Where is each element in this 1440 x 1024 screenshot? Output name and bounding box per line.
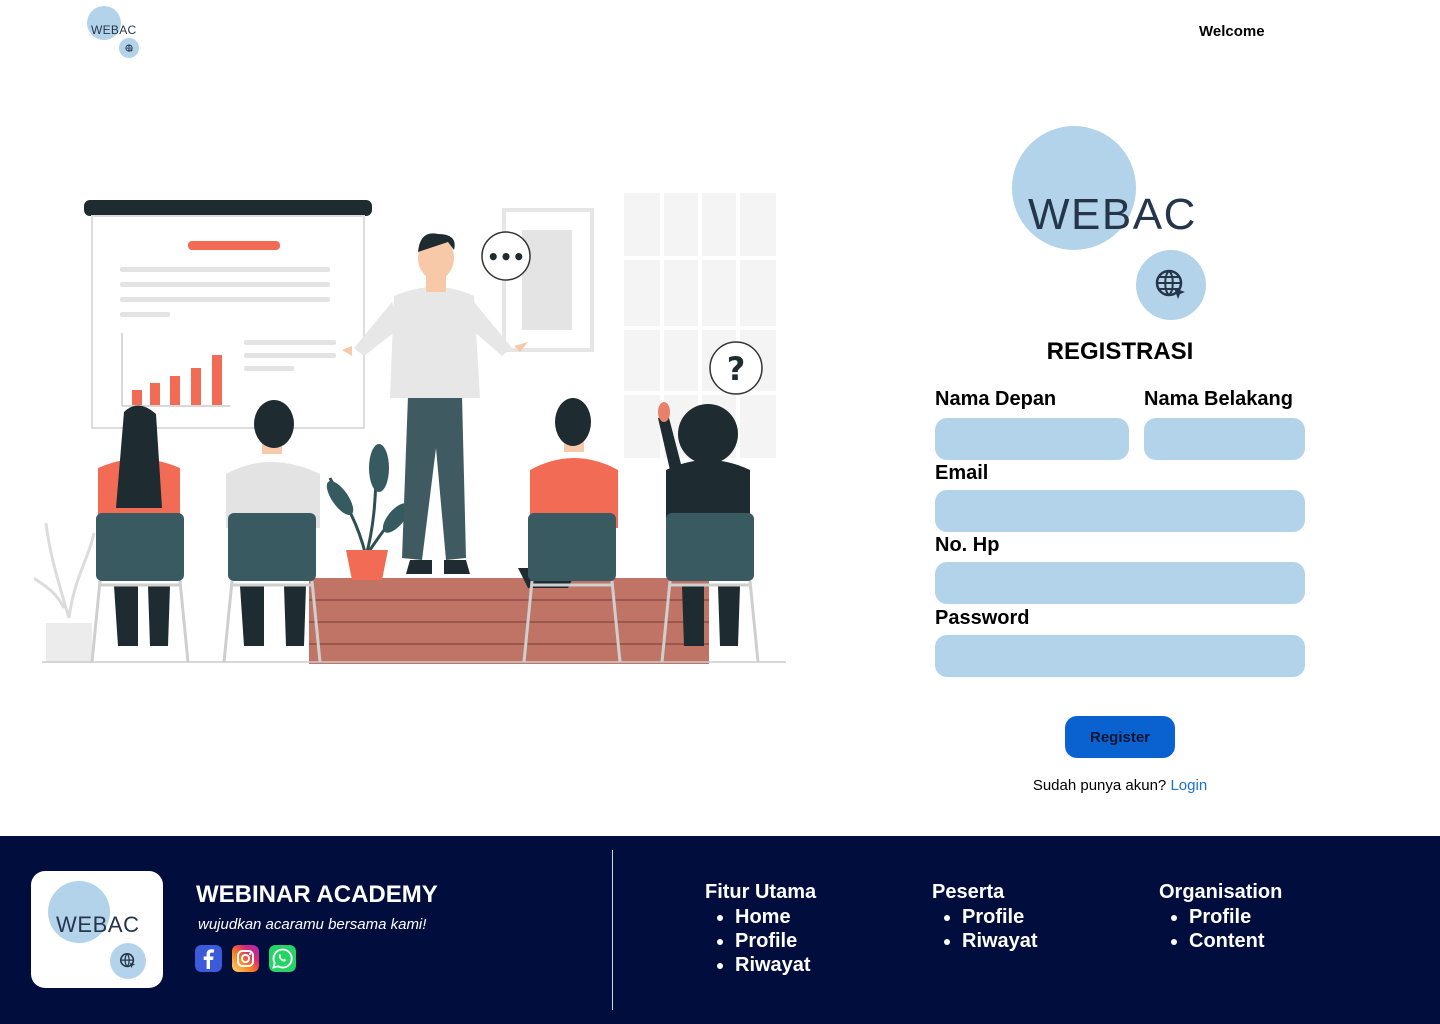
first-name-input[interactable] [935, 418, 1129, 460]
footer-logo: WEBAC [31, 871, 163, 988]
last-name-label: Nama Belakang [1144, 388, 1293, 410]
svg-text:?: ? [727, 350, 746, 388]
password-input[interactable] [935, 635, 1305, 677]
footer-divider [612, 850, 613, 1010]
facebook-icon[interactable] [195, 945, 222, 972]
password-label: Password [935, 607, 1030, 629]
footer-brand: WEBINAR ACADEMY [196, 881, 438, 908]
speech-bubble: ••• [481, 231, 531, 281]
footer-link-riwayat[interactable]: Riwayat [962, 929, 1038, 953]
plant-left [34, 522, 96, 663]
footer-column-title: Organisation [1159, 881, 1283, 903]
footer-link-profile[interactable]: Profile [1189, 905, 1282, 929]
stage [309, 578, 709, 664]
registration-title: REGISTRASI [1046, 338, 1194, 365]
footer-link-home[interactable]: Home [735, 905, 816, 929]
footer: WEBAC WEBINAR ACADEMY wujudkan acaramu b… [0, 836, 1440, 1024]
footer-link-profile[interactable]: Profile [962, 905, 1038, 929]
footer-column-peserta: Peserta Profile Riwayat [932, 881, 1038, 953]
login-link[interactable]: Login [1170, 777, 1207, 794]
first-name-label: Nama Depan [935, 388, 1057, 410]
email-label: Email [935, 462, 989, 484]
footer-column-organisation: Organisation Profile Content [1159, 881, 1282, 953]
question-bubble: ? [709, 341, 763, 395]
globe-icon [125, 44, 134, 53]
instagram-icon[interactable] [232, 945, 259, 972]
welcome-link[interactable]: Welcome [1199, 23, 1265, 40]
last-name-input[interactable] [1144, 418, 1305, 460]
footer-column-fitur-utama: Fitur Utama Home Profile Riwayat [705, 881, 816, 977]
presenter [342, 233, 528, 574]
registration-logo: WEBAC [1012, 126, 1212, 326]
footer-tagline: wujudkan acaramu bersama kami! [198, 916, 427, 933]
registration-logo-text: WEBAC [1028, 190, 1197, 239]
footer-link-riwayat[interactable]: Riwayat [735, 953, 816, 977]
footer-logo-text: WEBAC [56, 912, 140, 937]
globe-cursor-icon [1155, 269, 1185, 299]
globe-icon [119, 952, 136, 969]
whiteboard [84, 200, 372, 429]
whatsapp-icon[interactable] [269, 945, 296, 972]
phone-input[interactable] [935, 562, 1305, 604]
footer-link-profile[interactable]: Profile [735, 929, 816, 953]
login-prompt: Sudah punya akun? Login [935, 777, 1305, 794]
footer-column-title: Peserta [932, 881, 1005, 903]
header-logo-text: WEBAC [91, 23, 137, 37]
email-input[interactable] [935, 490, 1305, 532]
footer-link-content[interactable]: Content [1189, 929, 1282, 953]
have-account-text: Sudah punya akun? [1032, 777, 1167, 794]
svg-text:•••: ••• [487, 245, 525, 269]
phone-label: No. Hp [935, 534, 1000, 556]
potted-plant [326, 444, 410, 580]
register-button[interactable]: Register [1065, 716, 1175, 758]
webinar-illustration: ••• ? [34, 193, 786, 664]
footer-column-title: Fitur Utama [705, 881, 817, 903]
header-logo[interactable]: WEBAC [87, 6, 141, 60]
